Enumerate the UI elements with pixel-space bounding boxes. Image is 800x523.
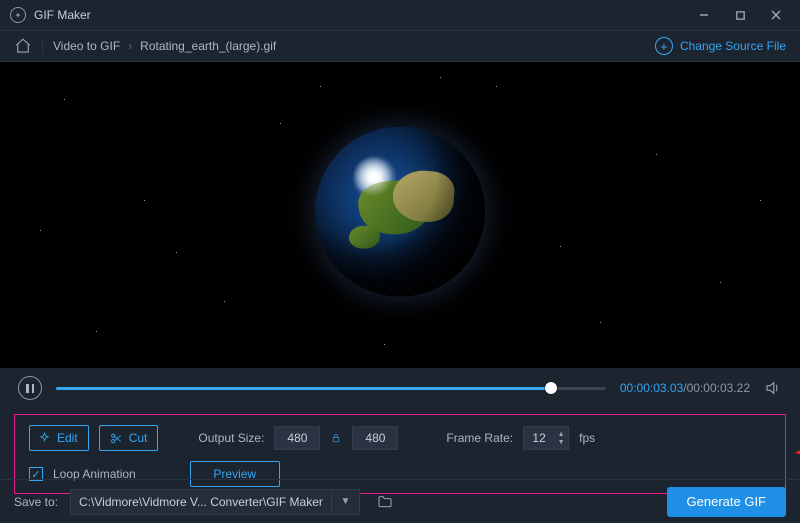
pause-icon <box>26 384 34 393</box>
volume-icon[interactable] <box>764 379 782 397</box>
cut-label: Cut <box>129 431 148 445</box>
preview-area <box>0 62 800 368</box>
separator <box>42 37 43 55</box>
cut-button[interactable]: Cut <box>99 425 159 451</box>
current-time: 00:00:03.03 <box>620 381 683 395</box>
fps-unit: fps <box>579 431 595 445</box>
wand-icon <box>38 432 51 445</box>
folder-icon <box>376 494 394 510</box>
titlebar: ✦ GIF Maker <box>0 0 800 30</box>
close-button[interactable] <box>758 0 794 30</box>
lock-icon[interactable] <box>330 432 342 444</box>
generate-gif-label: Generate GIF <box>687 494 766 509</box>
edit-label: Edit <box>57 431 78 445</box>
step-down-icon[interactable]: ▼ <box>558 439 565 446</box>
output-size-label: Output Size: <box>198 431 264 445</box>
timeline-slider[interactable] <box>56 380 606 396</box>
minimize-button[interactable] <box>686 0 722 30</box>
time-label: 00:00:03.03 /00:00:03.22 <box>620 381 750 395</box>
breadcrumb-item[interactable]: Rotating_earth_(large).gif <box>140 39 276 53</box>
home-icon[interactable] <box>14 37 32 55</box>
frame-rate-stepper[interactable]: 12 ▲▼ <box>523 426 569 450</box>
plus-circle-icon: + <box>655 37 673 55</box>
window-controls <box>686 0 794 30</box>
frame-rate-label: Frame Rate: <box>446 431 513 445</box>
edit-button[interactable]: Edit <box>29 425 89 451</box>
open-folder-button[interactable] <box>372 489 398 515</box>
change-source-label: Change Source File <box>680 39 786 53</box>
save-path-value: C:\Vidmore\Vidmore V... Converter\GIF Ma… <box>79 495 323 509</box>
annotation-arrow <box>795 445 800 464</box>
scissors-icon <box>110 432 123 445</box>
total-time: /00:00:03.22 <box>683 381 750 395</box>
save-path-dropdown[interactable]: ▼ <box>332 489 360 515</box>
output-width-input[interactable]: 480 <box>274 426 320 450</box>
frame-rate-value: 12 <box>524 431 554 445</box>
transport-bar: 00:00:03.03 /00:00:03.22 <box>0 368 800 408</box>
change-source-button[interactable]: + Change Source File <box>655 37 786 55</box>
generate-gif-button[interactable]: Generate GIF <box>667 487 786 517</box>
save-to-label: Save to: <box>14 495 58 509</box>
breadcrumb-item[interactable]: Video to GIF <box>53 39 120 53</box>
output-height-input[interactable]: 480 <box>352 426 398 450</box>
step-up-icon[interactable]: ▲ <box>558 431 565 438</box>
app-icon: ✦ <box>10 7 26 23</box>
maximize-button[interactable] <box>722 0 758 30</box>
breadcrumb-bar: Video to GIF › Rotating_earth_(large).gi… <box>0 30 800 62</box>
pause-button[interactable] <box>18 376 42 400</box>
earth-preview <box>315 127 485 297</box>
save-path-field[interactable]: C:\Vidmore\Vidmore V... Converter\GIF Ma… <box>70 489 332 515</box>
bottom-bar: Save to: C:\Vidmore\Vidmore V... Convert… <box>0 479 800 523</box>
app-title: GIF Maker <box>34 8 686 22</box>
chevron-right-icon: › <box>128 39 132 53</box>
